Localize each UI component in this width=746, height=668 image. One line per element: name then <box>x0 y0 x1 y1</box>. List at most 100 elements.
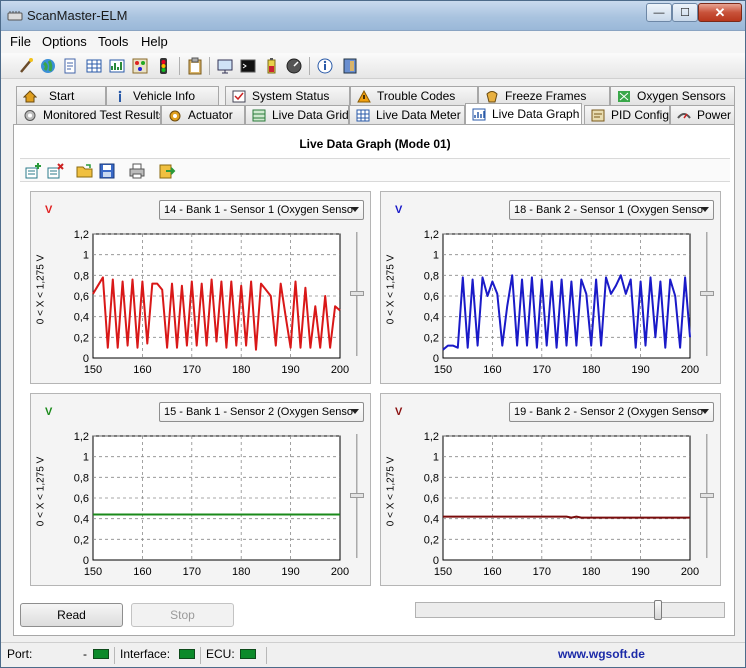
interface-label: Interface: <box>120 647 171 661</box>
open-folder-icon[interactable] <box>76 162 94 180</box>
chevron-down-icon <box>351 207 359 212</box>
tab-label: Actuator <box>188 108 233 122</box>
document-icon[interactable] <box>61 57 79 75</box>
close-icon: ✕ <box>714 4 726 20</box>
slider-thumb[interactable] <box>700 291 714 296</box>
tab-live-data-graph[interactable]: Live Data Graph <box>465 103 582 124</box>
wand-icon[interactable] <box>17 57 35 75</box>
print-icon[interactable] <box>128 162 146 180</box>
x-tick-label: 180 <box>232 364 250 376</box>
menu-bar: File Options Tools Help <box>1 31 745 53</box>
connect-icon[interactable] <box>341 57 359 75</box>
interface-status: Interface: <box>115 647 201 664</box>
y-tick-label: 0,6 <box>74 493 89 505</box>
toolbar-separator <box>309 57 310 75</box>
pid-select[interactable]: 15 - Bank 1 - Sensor 2 (Oxygen Senso <box>159 402 364 422</box>
info-icon[interactable] <box>316 57 334 75</box>
status-bar: Port: - Interface: ECU: www.wgsoft.de <box>1 642 745 667</box>
battery-icon[interactable] <box>262 57 280 75</box>
graph-panel-1: V 14 - Bank 1 - Sensor 1 (Oxygen Senso 0… <box>30 191 371 384</box>
traffic-light-icon[interactable] <box>154 57 172 75</box>
vertical-zoom-slider[interactable] <box>349 434 365 558</box>
save-icon[interactable] <box>98 162 116 180</box>
tab-power[interactable]: Power <box>670 105 735 124</box>
add-graph-icon[interactable] <box>24 162 42 180</box>
tab-system-status[interactable]: System Status <box>225 86 350 105</box>
title-bar[interactable]: ScanMaster-ELM — ☐ ✕ <box>1 1 745 31</box>
chevron-down-icon <box>351 409 359 414</box>
grid-icon[interactable] <box>85 57 103 75</box>
tab-label: Live Data Grid <box>272 108 349 122</box>
monitor-icon[interactable] <box>216 57 234 75</box>
menu-file[interactable]: File <box>10 34 31 49</box>
vertical-zoom-slider[interactable] <box>699 232 715 356</box>
x-tick-label: 190 <box>631 364 649 376</box>
graph-panel-2: V 18 - Bank 2 - Sensor 1 (Oxygen Senso 0… <box>380 191 721 384</box>
tab-label: Trouble Codes <box>377 89 456 103</box>
pid-select[interactable]: 19 - Bank 2 - Sensor 2 (Oxygen Senso <box>509 402 714 422</box>
time-scroll-slider[interactable] <box>415 600 725 620</box>
x-tick-label: 190 <box>281 566 299 578</box>
home-icon <box>23 89 37 102</box>
tab-start[interactable]: Start <box>16 86 106 105</box>
globe-icon[interactable] <box>39 57 57 75</box>
palette-icon[interactable] <box>131 57 149 75</box>
y-tick-label: 0,4 <box>74 312 89 324</box>
close-button[interactable]: ✕ <box>698 3 742 22</box>
stop-button[interactable]: Stop <box>131 603 234 627</box>
x-tick-label: 170 <box>183 364 201 376</box>
gauge-icon[interactable] <box>285 57 303 75</box>
pid-select[interactable]: 14 - Bank 1 - Sensor 1 (Oxygen Senso <box>159 200 364 220</box>
unit-label: V <box>395 406 403 418</box>
vertical-zoom-slider[interactable] <box>349 232 365 356</box>
slider-thumb[interactable] <box>700 493 714 498</box>
clipboard-icon[interactable] <box>186 57 204 75</box>
tab-monitored-test-results[interactable]: Monitored Test Results <box>16 105 161 124</box>
slider-thumb[interactable] <box>350 291 364 296</box>
ecu-label: ECU: <box>206 647 235 661</box>
terminal-icon[interactable] <box>239 57 257 75</box>
unit-label: V <box>395 204 403 216</box>
checklist-icon <box>232 90 246 102</box>
meter-icon <box>356 109 370 121</box>
tab-oxygen-sensors[interactable]: Oxygen Sensors <box>610 86 735 105</box>
toolbar-separator <box>179 57 180 75</box>
website-link[interactable]: www.wgsoft.de <box>558 647 645 661</box>
window-title: ScanMaster-ELM <box>27 8 128 23</box>
chart-icon[interactable] <box>108 57 126 75</box>
tab-pid-config[interactable]: PID Config <box>584 105 670 124</box>
y-tick-label: 0,8 <box>74 270 89 282</box>
ecu-status: ECU: <box>201 647 267 664</box>
y-tick-label: 1,2 <box>424 229 439 241</box>
y-tick-label: 0,8 <box>74 472 89 484</box>
slider-thumb[interactable] <box>654 600 662 620</box>
y-axis-label: 0 < X < 1,275 V <box>385 456 397 527</box>
y-tick-label: 1 <box>83 452 89 464</box>
slider-thumb[interactable] <box>350 493 364 498</box>
tab-live-data-grid[interactable]: Live Data Grid <box>245 105 349 124</box>
export-icon[interactable] <box>158 162 176 180</box>
x-tick-label: 170 <box>533 566 551 578</box>
info-icon <box>118 90 122 102</box>
menu-options[interactable]: Options <box>42 34 87 49</box>
vertical-zoom-slider[interactable] <box>699 434 715 558</box>
y-tick-label: 1 <box>83 250 89 262</box>
tab-trouble-codes[interactable]: Trouble Codes <box>350 86 478 105</box>
series-line <box>443 515 690 519</box>
pid-select[interactable]: 18 - Bank 2 - Sensor 1 (Oxygen Senso <box>509 200 714 220</box>
remove-graph-icon[interactable] <box>46 162 64 180</box>
tab-vehicle-info[interactable]: Vehicle Info <box>106 86 219 105</box>
graph-title: Live Data Graph (Mode 01) <box>299 137 451 151</box>
menu-help[interactable]: Help <box>141 34 168 49</box>
menu-tools[interactable]: Tools <box>98 34 128 49</box>
tab-label: Vehicle Info <box>133 89 196 103</box>
read-button[interactable]: Read <box>20 603 123 627</box>
y-tick-label: 0,4 <box>424 514 439 526</box>
tab-live-data-meter[interactable]: Live Data Meter <box>349 105 465 124</box>
tab-actuator[interactable]: Actuator <box>161 105 245 124</box>
maximize-button[interactable]: ☐ <box>672 3 698 22</box>
minimize-button[interactable]: — <box>646 3 672 22</box>
x-tick-label: 200 <box>331 364 349 376</box>
line-chart: 00,20,40,60,811,2150 160 170 180 190 200 <box>424 229 699 376</box>
y-tick-label: 0,2 <box>424 332 439 344</box>
